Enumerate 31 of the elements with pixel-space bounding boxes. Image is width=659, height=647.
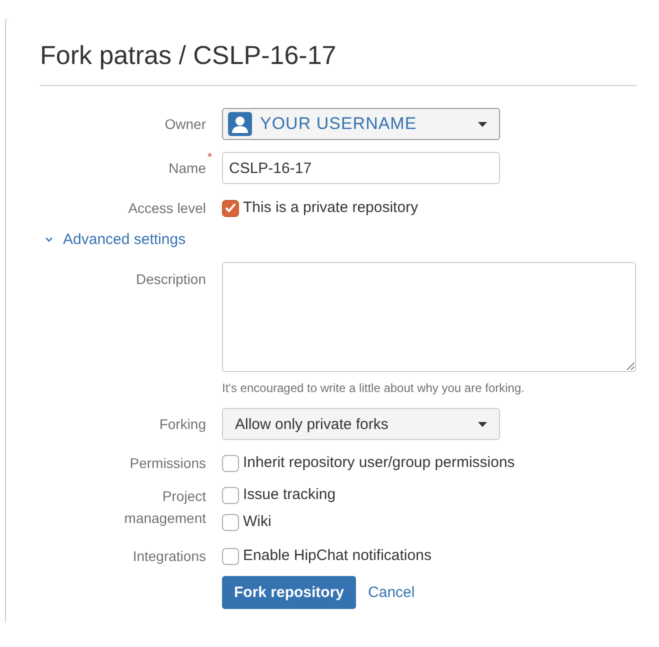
fork-button[interactable]: Fork repository [222, 576, 356, 610]
caret-icon [478, 422, 487, 427]
field-label: Integrations [132, 547, 206, 566]
field-label: Project management [123, 487, 206, 528]
required-mark: * [207, 149, 212, 166]
checkbox[interactable] [222, 454, 239, 472]
field-label: Owner [164, 115, 206, 134]
field-label: Permissions [130, 454, 206, 474]
caret-icon [478, 122, 487, 127]
cancel-link[interactable]: Cancel [356, 576, 427, 610]
chevron-icon [45, 237, 53, 242]
name-input[interactable]: CSLP-16-17 [222, 152, 500, 184]
description-textarea[interactable] [222, 262, 636, 372]
field-label: Forking [159, 415, 206, 434]
user-avatar-icon [228, 112, 252, 136]
checkbox[interactable] [222, 548, 239, 565]
checkbox-option[interactable]: Enable HipChat notifications [222, 546, 637, 566]
forking-select[interactable]: Allow only private forks [222, 408, 500, 440]
field-label: Description [136, 270, 206, 290]
field-label: Access level [128, 199, 206, 218]
advanced-settings-toggle[interactable]: Advanced settings [45, 231, 186, 248]
checkbox-option[interactable]: This is a private repository [222, 198, 637, 218]
help-text: It's encouraged to write a little about why you are forking. [222, 381, 526, 396]
page-title: Fork patras / CSLP-16-17 [40, 40, 637, 86]
checkbox-option[interactable]: Wiki [222, 512, 637, 532]
checkbox-option[interactable]: Inherit repository user/group permissions [222, 453, 637, 474]
checkbox[interactable] [222, 486, 239, 504]
owner-select[interactable]: YOUR USERNAME [222, 108, 500, 140]
checkbox[interactable] [222, 200, 239, 217]
checkbox-option[interactable]: Issue tracking [222, 485, 637, 506]
checkbox[interactable] [222, 514, 239, 531]
